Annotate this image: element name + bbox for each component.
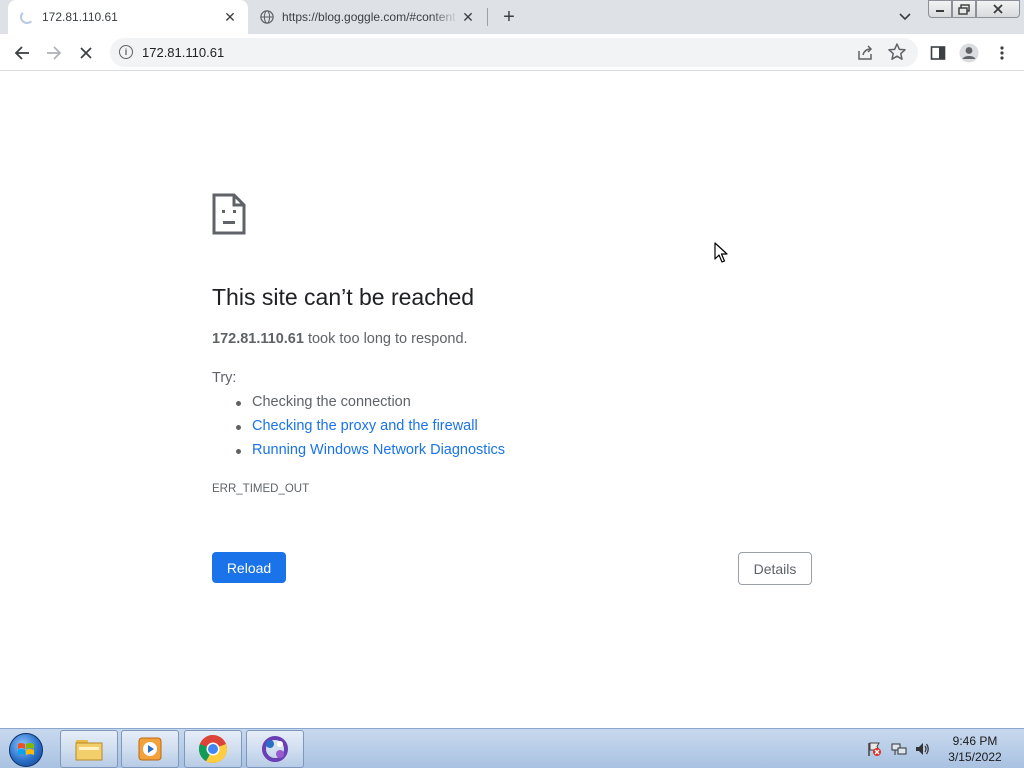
suggestion-check-connection: Checking the connection — [235, 394, 505, 418]
forward-button[interactable] — [40, 39, 68, 67]
clock-time: 9:46 PM — [952, 734, 998, 748]
app-launcher-icon — [262, 736, 288, 762]
sad-page-icon — [212, 193, 246, 235]
minimize-icon — [936, 10, 944, 12]
taskbar-chrome[interactable] — [184, 730, 242, 768]
tab-strip: 172.81.110.61 ✕ https://blog.goggle.com/… — [0, 0, 1024, 34]
back-button[interactable] — [8, 39, 36, 67]
error-code: ERR_TIMED_OUT — [212, 483, 310, 495]
profile-button[interactable] — [955, 39, 983, 67]
side-panel-button[interactable] — [924, 39, 952, 67]
side-panel-icon — [930, 46, 946, 60]
globe-icon — [260, 10, 274, 24]
reload-button[interactable]: Reload — [212, 552, 286, 583]
tab-title: https://blog.goggle.com/#content — [282, 10, 456, 24]
address-bar[interactable]: i 172.81.110.61 — [110, 38, 918, 67]
error-description: 172.81.110.61 took too long to respond. — [212, 331, 468, 347]
error-host: 172.81.110.61 — [212, 331, 304, 347]
taskbar-file-explorer[interactable] — [60, 730, 118, 768]
close-icon — [993, 4, 1003, 14]
new-tab-button[interactable]: + — [497, 5, 521, 29]
media-player-icon — [138, 737, 162, 761]
arrow-left-icon — [14, 46, 29, 60]
avatar-icon — [959, 43, 979, 63]
suggestion-network-diagnostics-link[interactable]: Running Windows Network Diagnostics — [235, 442, 505, 466]
chevron-down-icon — [899, 13, 911, 21]
tab-close-icon[interactable]: ✕ — [220, 7, 240, 27]
tab-active[interactable]: 172.81.110.61 ✕ — [8, 0, 248, 34]
browser-toolbar: i 172.81.110.61 — [0, 34, 1024, 71]
taskbar-media-player[interactable] — [121, 730, 179, 768]
volume-icon[interactable] — [914, 741, 930, 757]
windows-logo-icon — [9, 733, 43, 767]
action-center-flag-icon[interactable] — [866, 741, 882, 757]
folder-icon — [75, 740, 103, 761]
tab-inactive[interactable]: https://blog.goggle.com/#content ✕ — [250, 0, 486, 34]
restore-button[interactable] — [952, 0, 976, 18]
taskbar-app-launcher[interactable] — [246, 730, 304, 768]
tab-separator — [487, 8, 488, 26]
restore-icon — [958, 3, 970, 15]
mouse-cursor-icon — [714, 242, 728, 263]
info-icon[interactable]: i — [119, 45, 133, 59]
suggestion-check-proxy-link[interactable]: Checking the proxy and the firewall — [235, 418, 505, 442]
address-bar-url[interactable]: 172.81.110.61 — [142, 45, 224, 60]
close-window-button[interactable] — [976, 0, 1020, 18]
error-title: This site can’t be reached — [212, 284, 475, 310]
start-button[interactable] — [6, 731, 46, 769]
menu-button[interactable] — [988, 39, 1016, 67]
network-icon[interactable] — [891, 741, 907, 757]
more-vert-icon — [1000, 46, 1004, 60]
star-icon[interactable] — [887, 42, 907, 62]
details-button[interactable]: Details — [738, 552, 812, 585]
minimize-button[interactable] — [928, 0, 952, 18]
tab-title: 172.81.110.61 — [42, 10, 118, 24]
clock-date: 3/15/2022 — [948, 750, 1002, 764]
loading-spinner-icon — [20, 10, 34, 24]
chrome-icon — [198, 735, 228, 763]
stop-loading-button[interactable] — [72, 39, 100, 67]
taskbar-clock[interactable]: 9:46 PM 3/15/2022 — [940, 733, 1010, 765]
close-icon — [80, 47, 92, 59]
error-description-suffix: took too long to respond. — [303, 331, 468, 347]
share-icon[interactable] — [855, 43, 875, 63]
suggestion-list: Checking the connection Checking the pro… — [235, 394, 505, 466]
tab-search-button[interactable] — [894, 6, 916, 28]
tab-close-icon[interactable]: ✕ — [458, 7, 478, 27]
arrow-right-icon — [47, 46, 62, 60]
taskbar: 9:46 PM 3/15/2022 — [0, 728, 1024, 768]
try-label: Try: — [212, 370, 237, 386]
